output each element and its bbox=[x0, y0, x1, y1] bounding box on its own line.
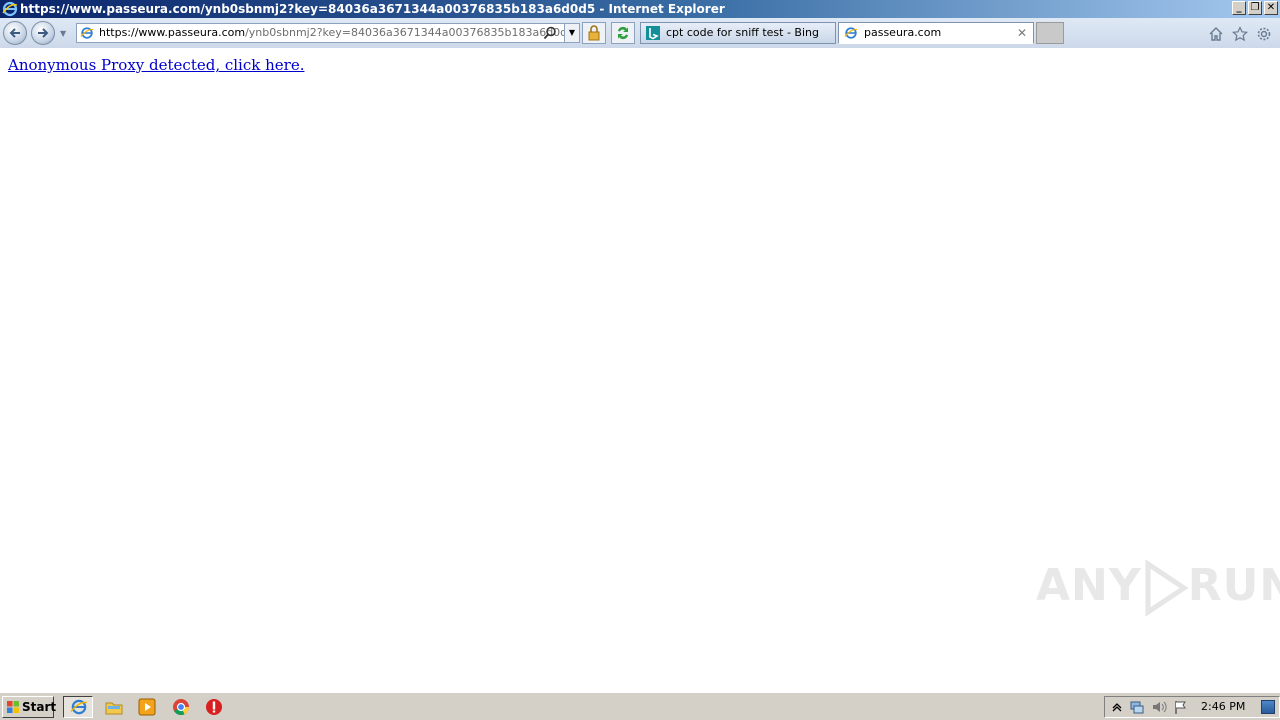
star-icon bbox=[1231, 26, 1249, 42]
home-button[interactable] bbox=[1208, 26, 1224, 42]
watermark-right: RUN bbox=[1187, 560, 1280, 611]
windows-flag-icon bbox=[7, 701, 19, 713]
window-controls: _ ❐ ✕ bbox=[1232, 1, 1278, 15]
url-path: /ynb0sbnmj2?key=84036a3671344a00376835b1… bbox=[245, 26, 575, 39]
gear-icon bbox=[1257, 27, 1271, 41]
bing-icon bbox=[646, 26, 660, 40]
anonymous-proxy-link[interactable]: Anonymous Proxy detected, click here. bbox=[8, 56, 304, 74]
minimize-button[interactable]: _ bbox=[1232, 1, 1246, 15]
favorites-button[interactable] bbox=[1231, 26, 1249, 42]
home-icon bbox=[1209, 27, 1223, 41]
chrome-icon[interactable] bbox=[171, 697, 191, 717]
taskbar-ie-button[interactable] bbox=[63, 696, 93, 718]
close-tab-icon[interactable]: ✕ bbox=[1017, 23, 1027, 43]
back-button[interactable] bbox=[3, 21, 27, 45]
new-tab-button[interactable] bbox=[1036, 22, 1064, 44]
forward-arrow-icon bbox=[38, 28, 49, 38]
tab-bing[interactable]: cpt code for sniff test - Bing bbox=[640, 22, 836, 44]
refresh-icon bbox=[618, 26, 628, 40]
system-tray: 2:46 PM bbox=[1104, 696, 1280, 718]
tab-label: cpt code for sniff test - Bing bbox=[666, 26, 819, 39]
start-label: Start bbox=[22, 700, 57, 714]
ie-logo-icon bbox=[2, 1, 18, 17]
lock-icon bbox=[588, 25, 600, 41]
security-alert-icon[interactable] bbox=[204, 697, 224, 717]
address-url[interactable]: https://www.passeura.com/ynb0sbnmj2?key=… bbox=[99, 24, 574, 42]
show-hidden-icons-icon[interactable] bbox=[1109, 699, 1125, 715]
anyrun-watermark: ANY RUN bbox=[1036, 560, 1280, 616]
tools-button[interactable] bbox=[1256, 26, 1272, 42]
volume-icon[interactable] bbox=[1151, 699, 1167, 715]
title-bar: https://www.passeura.com/ynb0sbnmj2?key=… bbox=[0, 0, 1280, 18]
start-button[interactable]: Start bbox=[2, 696, 57, 718]
restore-button[interactable]: ❐ bbox=[1248, 1, 1262, 15]
folder-icon[interactable] bbox=[104, 697, 124, 717]
browser-toolbar: ▼ https://www.passeura.com/ynb0sbnmj2?ke… bbox=[0, 18, 1280, 48]
address-bar[interactable]: https://www.passeura.com/ynb0sbnmj2?key=… bbox=[76, 23, 580, 43]
ie-taskbar-icon bbox=[70, 699, 87, 715]
media-player-icon[interactable] bbox=[137, 697, 157, 717]
security-lock-button[interactable] bbox=[582, 22, 606, 44]
action-center-flag-icon[interactable] bbox=[1173, 699, 1189, 715]
play-logo-icon bbox=[1145, 560, 1188, 616]
show-desktop-button[interactable] bbox=[1261, 700, 1275, 714]
search-icon[interactable] bbox=[543, 26, 557, 40]
watermark-left: ANY bbox=[1036, 560, 1142, 611]
tab-passeura[interactable]: passeura.com ✕ bbox=[838, 22, 1034, 44]
address-dropdown-button[interactable]: ▼ bbox=[564, 24, 579, 42]
refresh-button[interactable] bbox=[611, 22, 635, 44]
tab-label: passeura.com bbox=[864, 26, 942, 39]
taskbar-clock[interactable]: 2:46 PM bbox=[1201, 697, 1245, 717]
history-dropdown-icon[interactable]: ▼ bbox=[60, 29, 66, 38]
url-host: passeura.com bbox=[167, 26, 246, 39]
forward-button[interactable] bbox=[31, 21, 55, 45]
network-icon[interactable] bbox=[1129, 699, 1145, 715]
taskbar: Start 2:46 PM bbox=[0, 692, 1280, 720]
close-window-button[interactable]: ✕ bbox=[1264, 1, 1278, 15]
ie-page-icon bbox=[844, 27, 858, 39]
command-icons bbox=[1208, 26, 1272, 42]
back-arrow-icon bbox=[9, 28, 20, 38]
url-prefix: https://www. bbox=[99, 26, 168, 39]
ie-page-icon bbox=[80, 27, 94, 39]
window-title: https://www.passeura.com/ynb0sbnmj2?key=… bbox=[20, 2, 725, 16]
